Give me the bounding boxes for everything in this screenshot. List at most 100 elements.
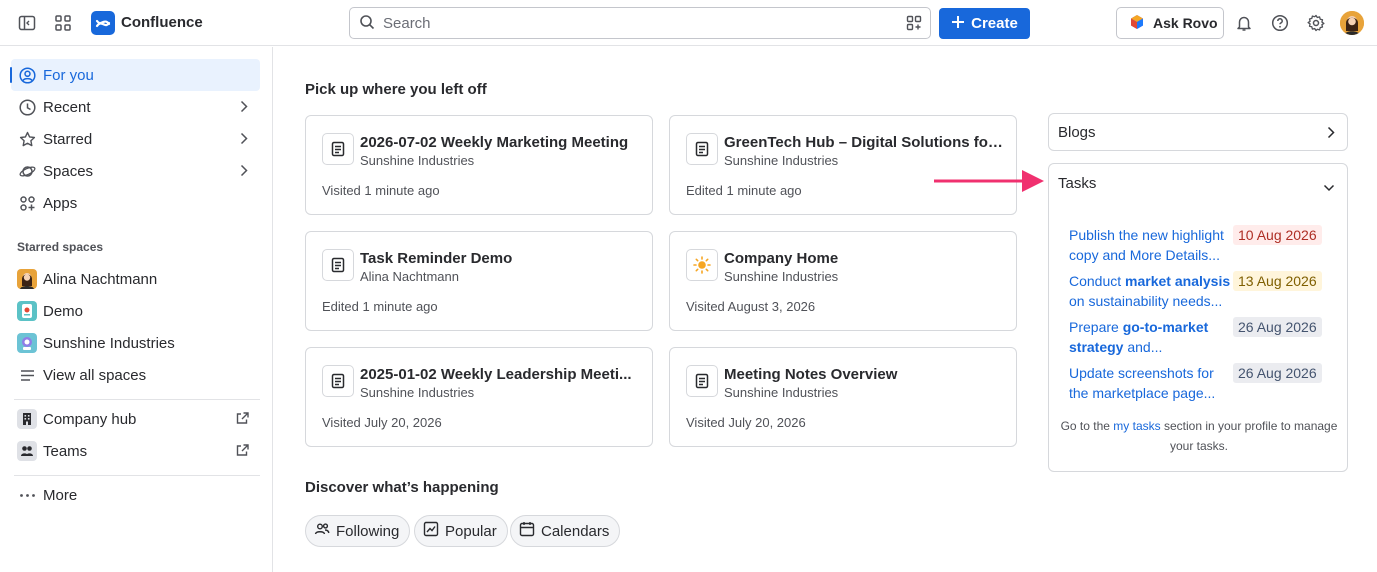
view-all-spaces-link[interactable]: View all spaces: [11, 359, 260, 391]
popular-chip[interactable]: Popular: [414, 515, 508, 547]
chevron-right-icon: [1327, 126, 1335, 143]
task-due-date: 10 Aug 2026: [1233, 225, 1322, 245]
app-switcher-icon[interactable]: [52, 12, 74, 34]
card-meta: Edited 1 minute ago: [686, 183, 802, 198]
discover-heading: Discover what’s happening: [305, 479, 499, 496]
plus-icon: [951, 15, 965, 33]
my-tasks-link[interactable]: my tasks: [1113, 419, 1160, 433]
user-circle-icon: [17, 65, 37, 85]
sidebar-space-sunshine[interactable]: Sunshine Industries: [11, 327, 260, 359]
sidebar-space-label: Demo: [43, 302, 84, 320]
sidebar: For you Recent Starred Spaces Apps Starr…: [0, 47, 273, 572]
chevron-down-icon[interactable]: [1323, 179, 1335, 195]
sidebar-item-recent[interactable]: Recent: [11, 91, 260, 123]
page-icon: [686, 365, 718, 397]
app-name[interactable]: Confluence: [121, 14, 203, 31]
sidebar-item-for-you[interactable]: For you: [10, 59, 260, 91]
task-text[interactable]: Update screenshots for the marketplace p…: [1069, 363, 1231, 403]
recent-page-card[interactable]: 2025-01-02 Weekly Leadership Meeti... Su…: [305, 347, 653, 447]
recent-page-card[interactable]: Meeting Notes Overview Sunshine Industri…: [669, 347, 1017, 447]
search-icon: [359, 14, 375, 33]
help-icon[interactable]: [1269, 12, 1291, 34]
sidebar-item-teams[interactable]: Teams: [11, 435, 260, 467]
page-icon: [686, 133, 718, 165]
more-icon: [17, 485, 37, 505]
sun-icon: [686, 249, 718, 281]
space-avatar: [17, 269, 37, 289]
gear-icon[interactable]: [1305, 12, 1327, 34]
calendars-chip[interactable]: Calendars: [510, 515, 621, 547]
ask-rovo-button[interactable]: Ask Rovo: [1116, 7, 1224, 39]
view-all-spaces-label: View all spaces: [43, 366, 147, 384]
sidebar-space-demo[interactable]: Demo: [11, 295, 260, 327]
card-meta: Visited July 20, 2026: [686, 415, 806, 430]
chip-label: Calendars: [541, 522, 610, 540]
task-text[interactable]: Publish the new highlight copy and More …: [1069, 225, 1231, 265]
people-icon: [314, 521, 330, 541]
sidebar-space-alina[interactable]: Alina Nachtmann: [11, 263, 260, 295]
bell-icon[interactable]: [1233, 12, 1255, 34]
space-avatar: [17, 301, 37, 321]
recent-page-card[interactable]: Task Reminder Demo Alina Nachtmann Edite…: [305, 231, 653, 331]
user-avatar[interactable]: [1340, 11, 1364, 35]
create-button[interactable]: Create: [939, 8, 1030, 39]
blogs-label: Blogs: [1058, 123, 1096, 141]
chevron-right-icon: [240, 164, 248, 181]
card-space: Sunshine Industries: [724, 153, 839, 168]
task-text[interactable]: Prepare go-to-market strategy and...: [1069, 317, 1231, 357]
recent-page-card[interactable]: GreenTech Hub – Digital Solutions for ..…: [669, 115, 1017, 215]
create-label: Create: [971, 15, 1018, 32]
search-input[interactable]: [383, 14, 930, 32]
clock-icon: [17, 97, 37, 117]
starred-spaces-heading: Starred spaces: [17, 240, 104, 254]
chevron-right-icon: [240, 132, 248, 149]
apps-icon: [17, 193, 37, 213]
trend-icon: [423, 521, 439, 541]
task-text[interactable]: Conduct market analysis on sustainabilit…: [1069, 271, 1231, 311]
sidebar-space-label: Alina Nachtmann: [43, 270, 158, 288]
page-icon: [322, 365, 354, 397]
sidebar-item-starred[interactable]: Starred: [11, 123, 260, 155]
card-space: Sunshine Industries: [360, 153, 475, 168]
qr-scan-icon[interactable]: [906, 15, 922, 34]
task-item[interactable]: Prepare go-to-market strategy and... 26 …: [1069, 317, 1329, 361]
card-title: 2025-01-02 Weekly Leadership Meeti...: [360, 366, 632, 383]
task-due-date: 26 Aug 2026: [1233, 317, 1322, 337]
confluence-logo-icon[interactable]: [91, 11, 115, 35]
sidebar-item-more[interactable]: More: [11, 479, 260, 511]
sidebar-item-label: Apps: [43, 194, 78, 212]
page-icon: [322, 133, 354, 165]
search-box[interactable]: [349, 7, 931, 39]
sidebar-toggle-icon[interactable]: [16, 12, 38, 34]
card-title: Company Home: [724, 250, 839, 267]
recent-page-card[interactable]: Company Home Sunshine Industries Visited…: [669, 231, 1017, 331]
page-icon: [322, 249, 354, 281]
sidebar-space-label: Sunshine Industries: [43, 334, 175, 352]
pickup-heading: Pick up where you left off: [305, 81, 487, 98]
top-navigation-bar: Confluence Create Ask Rovo: [0, 0, 1377, 46]
calendar-icon: [519, 521, 535, 541]
card-title: 2026-07-02 Weekly Marketing Meeting: [360, 134, 629, 151]
card-meta: Visited 1 minute ago: [322, 183, 440, 198]
sidebar-item-spaces[interactable]: Spaces: [11, 155, 260, 187]
company-hub-label: Company hub: [43, 410, 137, 428]
card-meta: Visited August 3, 2026: [686, 299, 816, 314]
building-icon: [17, 409, 37, 429]
card-meta: Edited 1 minute ago: [322, 299, 438, 314]
blogs-panel[interactable]: Blogs: [1048, 113, 1348, 151]
external-link-icon: [236, 412, 249, 429]
recent-page-card[interactable]: 2026-07-02 Weekly Marketing Meeting Suns…: [305, 115, 653, 215]
task-item[interactable]: Conduct market analysis on sustainabilit…: [1069, 271, 1329, 315]
more-label: More: [43, 486, 78, 504]
chip-label: Following: [336, 522, 400, 540]
task-item[interactable]: Update screenshots for the marketplace p…: [1069, 363, 1329, 407]
sidebar-divider: [14, 475, 260, 476]
sidebar-item-apps[interactable]: Apps: [11, 187, 260, 219]
chevron-right-icon: [240, 100, 248, 117]
sidebar-item-company-hub[interactable]: Company hub: [11, 403, 260, 435]
card-space: Alina Nachtmann: [360, 269, 459, 284]
following-chip[interactable]: Following: [305, 515, 411, 547]
task-item[interactable]: Publish the new highlight copy and More …: [1069, 225, 1329, 269]
tasks-header[interactable]: Tasks: [1058, 175, 1096, 192]
sidebar-item-label: For you: [43, 66, 94, 84]
